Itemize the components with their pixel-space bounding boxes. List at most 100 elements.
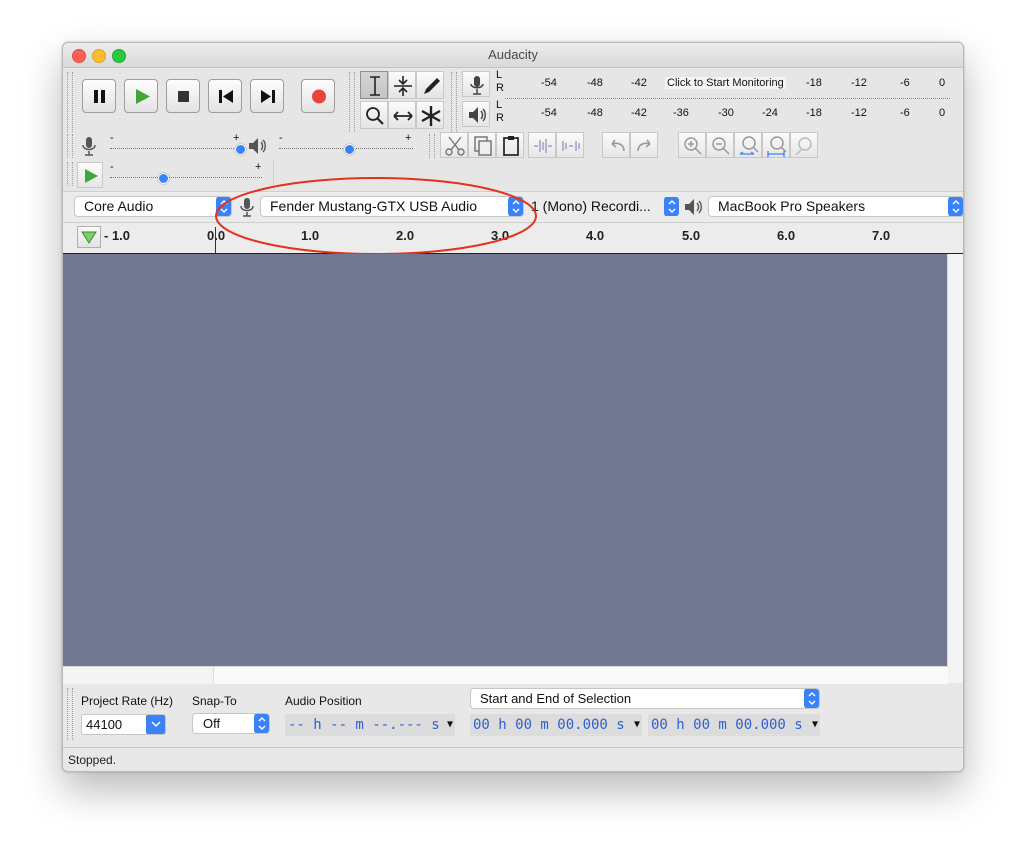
meter-tick: -12 <box>851 77 867 89</box>
selection-start-field[interactable]: 00 h 00 m 00.000 s ▼ <box>470 714 642 736</box>
selection-start-value: 00 h 00 m 00.000 s <box>473 717 625 733</box>
audio-host-value: Core Audio <box>84 198 154 214</box>
zoom-toggle-button[interactable] <box>790 132 818 158</box>
project-rate-value: 44100 <box>86 717 123 732</box>
speaker-icon <box>685 199 702 215</box>
track-area[interactable] <box>63 254 947 666</box>
envelope-tool[interactable] <box>388 71 416 99</box>
selection-mode-select[interactable]: Start and End of Selection <box>470 688 820 709</box>
meter-tick: -48 <box>587 77 603 89</box>
record-button[interactable] <box>301 79 335 113</box>
slider-max-mark: + <box>255 161 262 173</box>
audio-host-select[interactable]: Core Audio <box>74 196 232 217</box>
up-down-chevron-icon <box>668 200 676 213</box>
snap-to-stepper[interactable] <box>254 714 269 733</box>
meter-tick: -18 <box>806 77 822 89</box>
zoom-tool[interactable] <box>360 101 388 129</box>
audacity-window: Audacity L R L R -54 -48 -42 Click to St… <box>62 42 964 772</box>
stop-button[interactable] <box>166 79 200 113</box>
play-speed-thumb[interactable] <box>158 173 169 184</box>
silence-button[interactable] <box>556 132 584 158</box>
timeline-options-button[interactable] <box>77 226 101 248</box>
meter-tick: -54 <box>541 107 557 119</box>
toolbar-grip[interactable] <box>451 72 457 132</box>
toolbar-grip[interactable] <box>67 688 73 740</box>
toolbar-grip[interactable] <box>429 134 435 158</box>
record-meter[interactable]: -54 -48 -42 Click to Start Monitoring -1… <box>505 70 950 96</box>
selection-mode-stepper[interactable] <box>804 689 819 708</box>
cut-button[interactable] <box>440 132 468 158</box>
slider-min-mark: - <box>110 161 114 173</box>
redo-button[interactable] <box>630 132 658 158</box>
meter-tick: -36 <box>673 107 689 119</box>
record-volume-thumb[interactable] <box>235 144 246 155</box>
chevron-down-icon[interactable]: ▼ <box>634 714 640 736</box>
fit-selection-button[interactable] <box>734 132 762 158</box>
chevron-down-icon[interactable]: ▼ <box>812 714 818 736</box>
toolbar-grip[interactable] <box>67 134 73 158</box>
scrollbar-thumb[interactable] <box>213 667 948 684</box>
record-meter-button[interactable] <box>462 71 490 97</box>
horizontal-scrollbar[interactable] <box>63 666 948 684</box>
play-button[interactable] <box>124 79 158 113</box>
meter-divider <box>505 98 950 100</box>
playback-meter[interactable]: -54 -48 -42 -36 -30 -24 -18 -12 -6 0 <box>505 100 950 126</box>
zoom-out-button[interactable] <box>706 132 734 158</box>
playback-volume-thumb[interactable] <box>344 144 355 155</box>
paste-button[interactable] <box>496 132 524 158</box>
zoom-in-icon <box>684 137 702 155</box>
project-rate-dropdown[interactable] <box>146 715 165 734</box>
selection-end-field[interactable]: 00 h 00 m 00.000 s ▼ <box>648 714 820 736</box>
playback-device-stepper[interactable] <box>948 197 963 216</box>
meter-tick: -6 <box>900 107 910 119</box>
project-rate-select[interactable]: 44100 <box>81 714 166 735</box>
snap-to-select[interactable]: Off <box>192 713 270 734</box>
up-down-chevron-icon <box>952 200 960 213</box>
record-volume-slider[interactable] <box>110 148 240 150</box>
title-bar: Audacity <box>63 43 963 68</box>
triangle-down-icon <box>81 231 97 244</box>
asterisk-icon <box>421 106 441 126</box>
draw-tool[interactable] <box>416 71 444 99</box>
audio-position-label: Audio Position <box>285 694 362 708</box>
recording-channels-stepper[interactable] <box>664 197 679 216</box>
vertical-scrollbar[interactable] <box>947 254 963 683</box>
undo-button[interactable] <box>602 132 630 158</box>
chevron-down-icon[interactable]: ▼ <box>447 714 453 736</box>
meter-tick: -24 <box>762 107 778 119</box>
envelope-icon <box>394 76 412 96</box>
redo-icon <box>637 139 651 152</box>
start-monitoring-label[interactable]: Click to Start Monitoring <box>665 77 786 89</box>
playback-device-value: MacBook Pro Speakers <box>718 198 866 214</box>
playback-meter-button[interactable] <box>462 101 490 127</box>
play-at-speed-button[interactable] <box>77 162 103 188</box>
meter-channel-l: L <box>496 99 503 111</box>
toolbar-grip[interactable] <box>67 72 73 132</box>
multi-tool[interactable] <box>416 101 444 129</box>
meter-tick: -42 <box>631 77 647 89</box>
meter-tick: -30 <box>718 107 734 119</box>
audio-position-field[interactable]: -- h -- m --.--- s ▼ <box>285 714 455 736</box>
selection-end-value: 00 h 00 m 00.000 s <box>651 717 803 733</box>
selection-tool[interactable] <box>360 71 388 99</box>
copy-icon <box>474 136 492 156</box>
skip-to-start-button[interactable] <box>208 79 242 113</box>
toolbar-grip[interactable] <box>67 162 73 186</box>
trim-button[interactable] <box>528 132 556 158</box>
selection-toolbar: Project Rate (Hz) 44100 Snap-To Off Audi… <box>63 684 963 746</box>
meter-tick: -6 <box>900 77 910 89</box>
zoom-in-button[interactable] <box>678 132 706 158</box>
scissors-icon <box>445 136 465 156</box>
playback-device-select[interactable]: MacBook Pro Speakers <box>708 196 963 217</box>
audio-position-value: -- h -- m --.--- s <box>288 717 440 733</box>
skip-to-end-icon <box>261 90 275 103</box>
pause-button[interactable] <box>82 79 116 113</box>
time-shift-tool[interactable] <box>388 101 416 129</box>
skip-to-end-button[interactable] <box>250 79 284 113</box>
pause-icon <box>94 90 105 103</box>
recording-channels-select[interactable]: 1 (Mono) Recordi... <box>526 196 680 217</box>
copy-button[interactable] <box>468 132 496 158</box>
ruler-label: 5.0 <box>682 228 701 243</box>
toolbar-grip[interactable] <box>349 72 355 132</box>
fit-project-button[interactable] <box>762 132 790 158</box>
